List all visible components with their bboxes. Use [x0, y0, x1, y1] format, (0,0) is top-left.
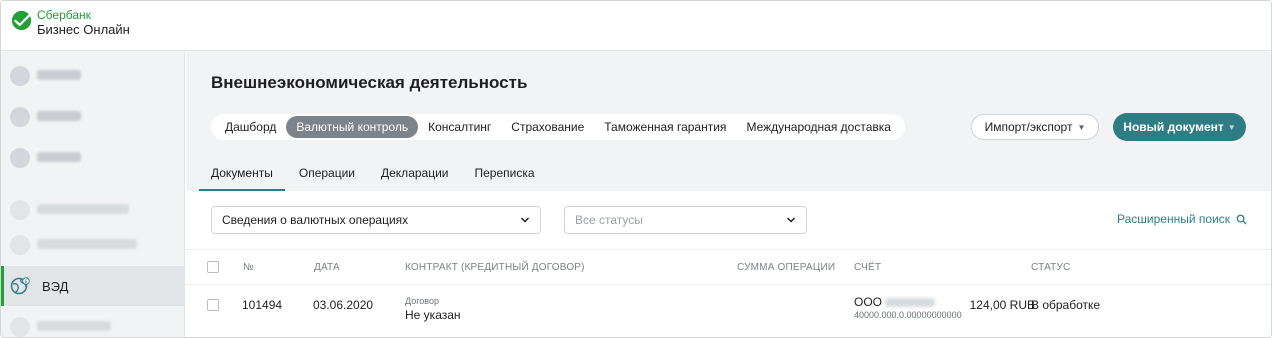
sidebar-item-transfer[interactable]: [1, 138, 185, 178]
import-export-button[interactable]: Импорт/экспорт ▼: [971, 114, 1099, 140]
chevron-down-icon: [520, 217, 530, 223]
chevron-down-icon: ▼: [1227, 122, 1236, 132]
section-consulting[interactable]: Консалтинг: [418, 116, 501, 138]
select-all-checkbox[interactable]: [207, 261, 219, 273]
top-header: Сбербанк Бизнес Онлайн: [1, 1, 1271, 51]
row-date: 03.06.2020: [313, 298, 374, 312]
tab-documents[interactable]: Документы: [199, 163, 285, 191]
section-switcher: Дашборд Валютный контроль Консалтинг Стр…: [211, 114, 905, 140]
sidebar-item-ved[interactable]: $ ВЭД: [1, 266, 185, 306]
table-row[interactable]: 101494 03.06.2020 Договор Не указан 124,…: [186, 285, 1271, 337]
tab-correspondence[interactable]: Переписка: [475, 163, 535, 191]
new-document-label: Новый документ: [1123, 120, 1224, 134]
status-select[interactable]: Все статусы: [564, 206, 807, 234]
page-title: Внешнеэкономическая деятельность: [211, 73, 528, 92]
column-number: №: [243, 262, 254, 273]
document-type-select[interactable]: Сведения о валютных операциях: [211, 206, 541, 234]
sidebar-item-create[interactable]: [1, 56, 185, 96]
sber-logo-icon: [11, 10, 32, 31]
table-header: № ДАТА КОНТРАКТ (КРЕДИТНЫЙ ДОГОВОР) СУММ…: [186, 249, 1271, 285]
advanced-search-label: Расширенный поиск: [1117, 212, 1230, 226]
column-contract: КОНТРАКТ (КРЕДИТНЫЙ ДОГОВОР): [405, 262, 585, 273]
new-document-button[interactable]: Новый документ ▼: [1113, 113, 1246, 141]
advanced-search-link[interactable]: Расширенный поиск: [1117, 212, 1247, 226]
sidebar-item-deposits[interactable]: [1, 190, 185, 230]
brand-product: Бизнес Онлайн: [37, 22, 130, 37]
deposit-icon: [10, 200, 30, 220]
chevron-down-icon: [786, 217, 796, 223]
document-type-value: Сведения о валютных операциях: [222, 213, 409, 227]
sidebar-item-label-blurred: [37, 70, 81, 80]
redacted-name: [885, 298, 936, 308]
sidebar: $ ВЭД: [1, 51, 185, 337]
sidebar-item-label-blurred: [37, 321, 111, 331]
document-tabs: Документы Операции Декларации Переписка: [199, 163, 535, 191]
row-account-number: 40000.000.0.00000000000: [854, 310, 962, 320]
sidebar-item-label-blurred: [37, 152, 81, 162]
svg-text:$: $: [24, 279, 27, 285]
section-customs-guarantee[interactable]: Таможенная гарантия: [594, 116, 736, 138]
row-amount: 124,00 RUB: [969, 298, 1035, 312]
tab-operations[interactable]: Операции: [299, 163, 355, 191]
create-icon: [10, 66, 30, 86]
row-contract-caption: Договор: [405, 296, 439, 306]
search-icon: [1236, 214, 1247, 225]
sidebar-item-payment[interactable]: [1, 97, 185, 137]
row-account-name: ООО: [854, 295, 936, 309]
section-international-delivery[interactable]: Международная доставка: [736, 116, 901, 138]
column-account: СЧЁТ: [854, 262, 882, 273]
status-placeholder: Все статусы: [575, 213, 643, 227]
import-export-label: Импорт/экспорт: [984, 120, 1073, 134]
column-date[interactable]: ДАТА: [314, 262, 340, 273]
section-insurance[interactable]: Страхование: [501, 116, 594, 138]
column-amount[interactable]: СУММА ОПЕРАЦИИ: [737, 262, 835, 273]
row-status: В обработке: [1031, 298, 1101, 312]
section-currency-control[interactable]: Валютный контроль: [286, 116, 419, 138]
sidebar-item-label-blurred: [37, 239, 137, 249]
chevron-down-icon: ▼: [1077, 122, 1086, 132]
documents-panel: Сведения о валютных операциях Все статус…: [186, 191, 1271, 337]
row-checkbox[interactable]: [207, 299, 219, 311]
column-status: СТАТУС: [1031, 262, 1071, 273]
sidebar-item-label-blurred: [37, 111, 81, 121]
account-name-text: ООО: [854, 295, 883, 309]
documents-icon: [10, 235, 30, 255]
globe-currency-icon: $: [10, 277, 30, 295]
payment-icon: [10, 107, 30, 127]
section-dashboard[interactable]: Дашборд: [215, 116, 286, 138]
sidebar-item-label: ВЭД: [42, 279, 69, 294]
row-contract-value: Не указан: [405, 308, 461, 322]
tab-declarations[interactable]: Декларации: [381, 163, 449, 191]
app-window: Сбербанк Бизнес Онлайн $ ВЭД Внешнеэконо…: [0, 0, 1272, 338]
sidebar-item-documents[interactable]: [1, 225, 185, 265]
other-icon: [10, 317, 30, 337]
row-number: 101494: [242, 298, 283, 312]
brand-name: Сбербанк: [37, 8, 91, 22]
sidebar-item-other[interactable]: [1, 307, 185, 337]
transfer-icon: [10, 148, 30, 168]
sidebar-item-label-blurred: [37, 204, 129, 214]
